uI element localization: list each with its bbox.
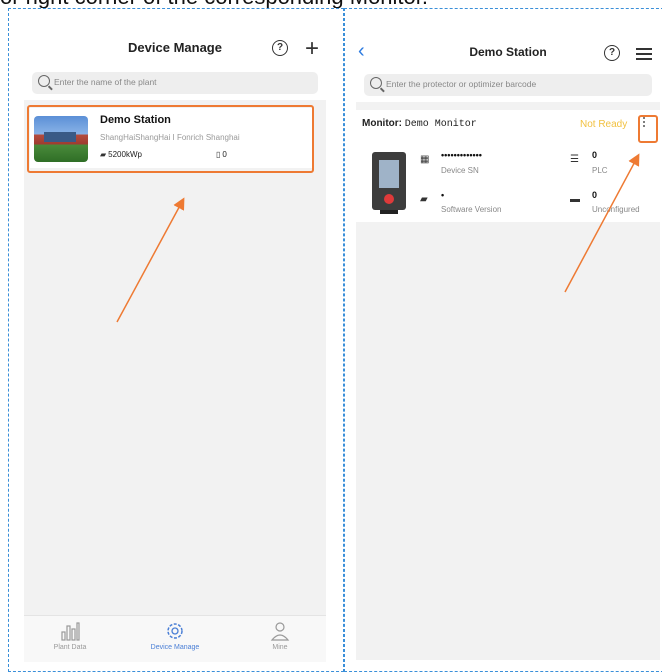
plc-icon: ☰: [570, 154, 579, 165]
barcode-search-input[interactable]: Enter the protector or optimizer barcode: [364, 74, 652, 96]
status-badge: Not Ready: [580, 119, 628, 130]
bottom-tab-bar: Plant Data Device Manage Mine: [24, 615, 326, 662]
search-bar: Enter the name of the plant: [24, 66, 326, 100]
tab-mine[interactable]: Mine: [240, 620, 320, 651]
add-plant-button[interactable]: +: [305, 37, 319, 61]
top-bar: Device Manage ? +: [24, 26, 326, 70]
software-version-label: Software Version: [441, 205, 502, 214]
tab-plant-data[interactable]: Plant Data: [30, 620, 110, 651]
unconfigured-label: Unconfigured: [592, 205, 640, 214]
qr-code-icon: ▦: [420, 154, 430, 165]
tab-label: Plant Data: [53, 644, 87, 651]
device-sn-label: Device SN: [441, 166, 479, 175]
monitor-name: Demo Monitor: [404, 119, 477, 130]
more-options-highlight: [638, 115, 658, 143]
help-icon[interactable]: ?: [604, 45, 620, 61]
plant-search-input[interactable]: Enter the name of the plant: [32, 72, 318, 94]
plc-value: 0: [592, 150, 598, 160]
bar-chart-icon: [59, 620, 81, 642]
person-icon: [269, 620, 291, 642]
unconfigured-value: 0: [592, 190, 598, 200]
software-version-value: •: [441, 190, 445, 200]
monitor-device-image: [372, 152, 406, 214]
menu-icon[interactable]: [636, 48, 652, 60]
search-icon: [38, 75, 50, 87]
monitor-card[interactable]: Monitor: Demo Monitor Not Ready ▦ ••••••…: [356, 110, 660, 222]
search-bar: Enter the protector or optimizer barcode: [356, 70, 660, 102]
instruction-caption: or right corner of the corresponding Mon…: [0, 0, 662, 8]
tab-label: Device Manage: [150, 644, 200, 651]
unconfigured-icon: ▬: [570, 194, 580, 205]
top-bar: ‹ Demo Station ?: [356, 30, 660, 74]
software-icon: ▰: [420, 194, 428, 205]
tab-label: Mine: [272, 644, 288, 651]
plc-label: PLC: [592, 166, 608, 175]
tab-device-manage[interactable]: Device Manage: [135, 620, 215, 651]
monitor-heading: Monitor: Demo Monitor: [362, 118, 477, 130]
station-detail-screen: ‹ Demo Station ? Enter the protector or …: [356, 30, 660, 660]
plant-card-highlight: [27, 105, 314, 173]
device-sn-value: •••••••••••••: [441, 150, 482, 160]
search-icon: [370, 77, 382, 89]
gear-icon: [164, 620, 186, 642]
help-icon[interactable]: ?: [272, 40, 288, 56]
search-placeholder: Enter the name of the plant: [54, 77, 157, 87]
search-placeholder: Enter the protector or optimizer barcode: [386, 79, 537, 89]
